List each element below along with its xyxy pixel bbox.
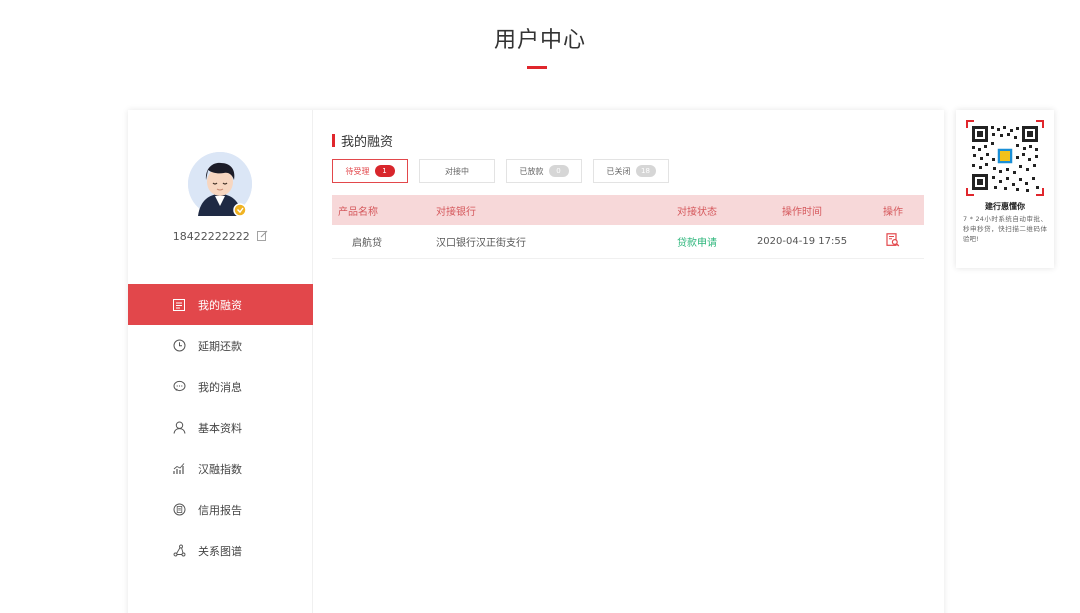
relation-graph-icon: [172, 544, 186, 558]
table-header: 产品名称 对接银行 对接状态 操作时间 操作: [332, 195, 924, 225]
tab-in-progress[interactable]: 对接中: [419, 159, 495, 183]
user-phone: 18422222222: [172, 230, 250, 243]
col-header-bank: 对接银行: [436, 206, 476, 218]
sidebar-item-label: 我的消息: [198, 380, 242, 394]
edit-icon[interactable]: [257, 230, 268, 244]
finance-table: 产品名称 对接银行 对接状态 操作时间 操作 启航贷 汉口银行汉正街支行 贷款申…: [332, 195, 924, 259]
sidebar-item-label: 我的融资: [198, 298, 242, 312]
tab-disbursed[interactable]: 已放款 0: [506, 159, 582, 183]
tab-count-badge: 0: [548, 165, 569, 177]
section-marker: [332, 134, 335, 147]
tab-label: 已关闭: [606, 166, 631, 176]
page-title: 用户中心: [493, 28, 586, 53]
table-row: 启航贷 汉口银行汉正街支行 贷款申请 2020-04-19 17:55: [332, 225, 924, 259]
finance-list-icon: [172, 298, 186, 312]
sidebar-item-label: 汉融指数: [198, 462, 242, 476]
cell-action: [862, 233, 924, 250]
sidebar-item-label: 信用报告: [198, 503, 242, 517]
sidebar-item-label: 基本资料: [198, 421, 242, 435]
qr-title: 建行惠懂你: [985, 202, 1025, 211]
sidebar-item-hanrong-index[interactable]: 汉融指数: [128, 448, 313, 489]
sidebar-item-deferred-repayment[interactable]: 延期还款: [128, 325, 313, 366]
tab-count-badge: 18: [635, 165, 656, 177]
title-underline: [527, 66, 547, 69]
section-header: 我的融资: [332, 131, 393, 150]
clock-icon: [172, 339, 186, 353]
status-tabs: 待受理 1 对接中 已放款 0 已关闭 18: [332, 159, 680, 183]
sidebar-item-label: 延期还款: [198, 339, 242, 353]
user-icon: [172, 421, 186, 435]
col-header-product: 产品名称: [338, 206, 378, 218]
cell-status: 贷款申请: [677, 238, 717, 249]
credit-report-icon: [172, 503, 186, 517]
sidebar-item-credit-report[interactable]: 信用报告: [128, 489, 313, 530]
sidebar-item-relation-graph[interactable]: 关系图谱: [128, 530, 313, 571]
message-icon: [172, 380, 186, 394]
sidebar-item-basic-info[interactable]: 基本资料: [128, 407, 313, 448]
col-header-time: 操作时间: [782, 206, 822, 218]
sidebar-item-my-finance[interactable]: 我的融资: [128, 284, 313, 325]
tab-closed[interactable]: 已关闭 18: [593, 159, 669, 183]
qr-code[interactable]: [966, 120, 1044, 196]
col-header-action: 操作: [883, 206, 903, 218]
cell-time: 2020-04-19 17:55: [756, 236, 848, 247]
sidebar-item-label: 关系图谱: [198, 544, 242, 558]
cell-bank: 汉口银行汉正街支行: [436, 238, 526, 249]
qr-promo-card: 建行惠懂你 7 * 24小时系统自动审批、秒申秒贷，快扫描二维码体验吧!: [956, 110, 1054, 268]
section-title: 我的融资: [341, 135, 394, 150]
view-detail-icon[interactable]: [886, 233, 900, 250]
col-header-status: 对接状态: [677, 206, 717, 218]
tab-pending[interactable]: 待受理 1: [332, 159, 408, 183]
avatar[interactable]: [188, 152, 252, 216]
sidebar: 18422222222 我的融资 延期还款 我的消息 基本资料 汉融指数 信用报…: [128, 110, 313, 613]
cell-product: 启航贷: [352, 238, 382, 249]
sidebar-item-my-messages[interactable]: 我的消息: [128, 366, 313, 407]
qr-description: 7 * 24小时系统自动审批、秒申秒贷，快扫描二维码体验吧!: [963, 215, 1047, 243]
tab-count-badge: 1: [374, 165, 395, 177]
user-center-card: 18422222222 我的融资 延期还款 我的消息 基本资料 汉融指数 信用报…: [128, 110, 944, 613]
chart-index-icon: [172, 462, 186, 476]
user-phone-row: 18422222222: [128, 230, 313, 244]
tab-label: 待受理: [345, 166, 370, 176]
sidebar-menu: 我的融资 延期还款 我的消息 基本资料 汉融指数 信用报告 关系图谱: [128, 284, 313, 571]
tab-label: 对接中: [445, 166, 469, 176]
tab-label: 已放款: [519, 166, 544, 176]
